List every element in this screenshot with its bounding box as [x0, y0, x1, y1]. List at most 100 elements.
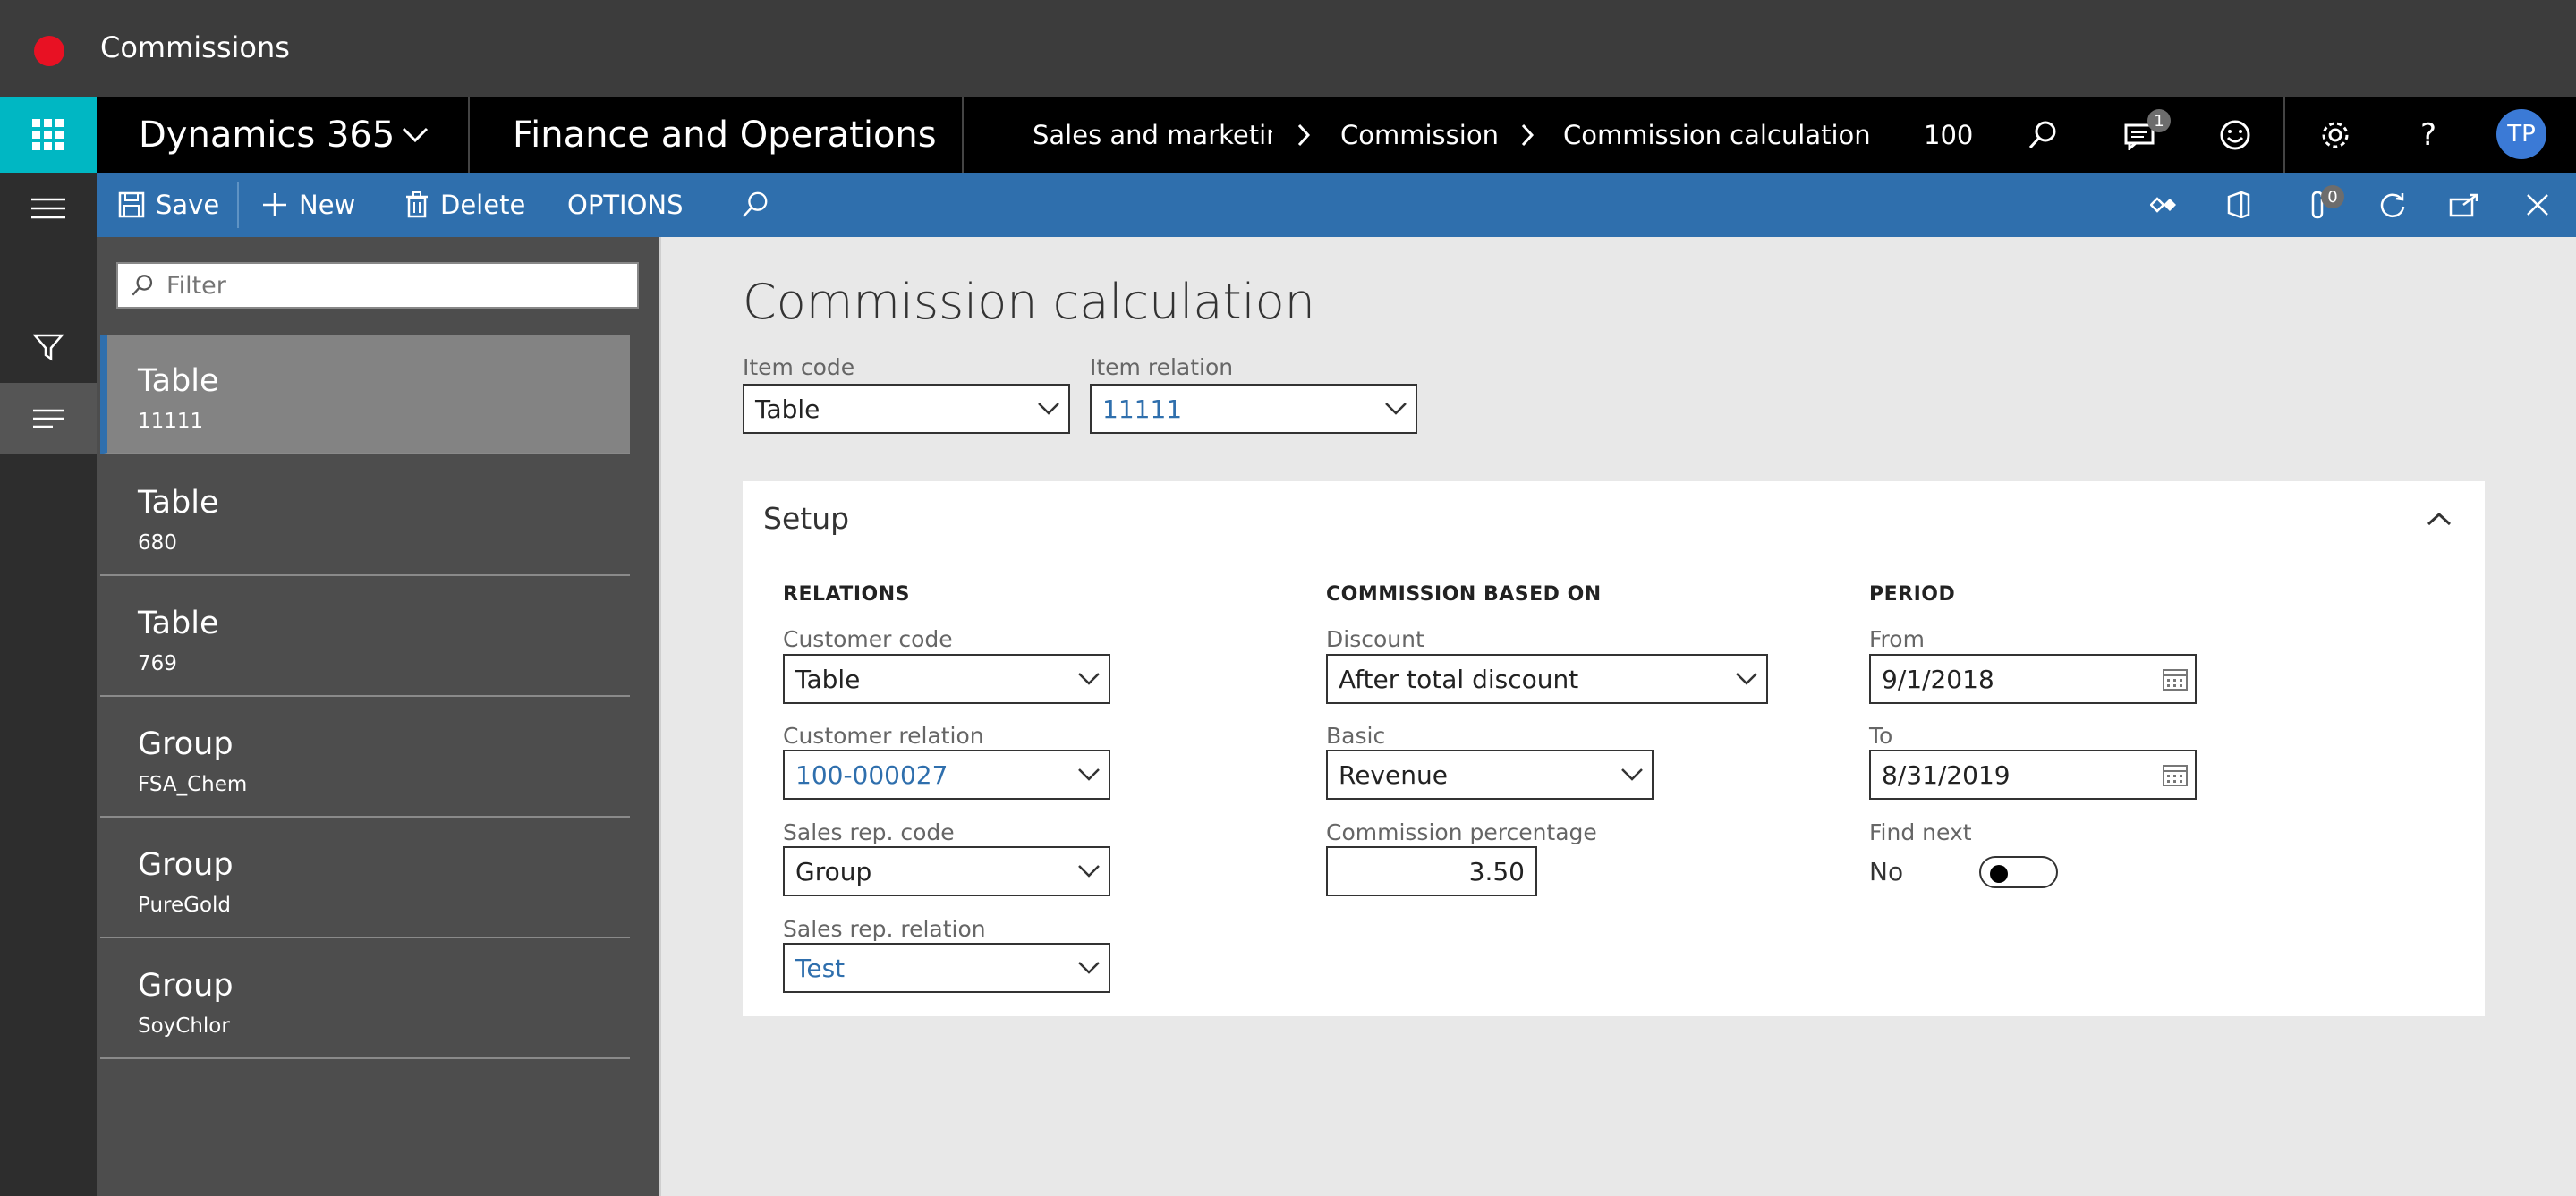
gear-icon[interactable] [2312, 97, 2359, 173]
chevron-down-icon [1029, 386, 1068, 432]
chevron-down-icon [1376, 386, 1416, 432]
power-apps-icon[interactable] [2146, 173, 2181, 237]
close-dot-icon[interactable] [34, 36, 64, 66]
customer-relation-value[interactable]: 100-000027 [795, 760, 1069, 790]
module-name: Finance and Operations [513, 115, 937, 156]
trash-icon [406, 191, 428, 218]
list-item[interactable]: Table 680 [100, 456, 630, 576]
from-date-input[interactable]: 9/1/2018 [1869, 654, 2197, 704]
chevron-down-icon [1069, 945, 1109, 991]
basic-label: Basic [1326, 723, 1386, 749]
window-title: Commissions [100, 30, 290, 64]
item-relation-dropdown[interactable]: 11111 [1090, 384, 1417, 434]
new-button[interactable]: New [261, 173, 355, 237]
find-next-value: No [1869, 857, 1904, 886]
save-button[interactable]: Save [118, 173, 219, 237]
nav-divider [2283, 97, 2285, 173]
chevron-right-icon [1514, 97, 1541, 173]
find-next-toggle[interactable] [1979, 856, 2058, 888]
close-icon[interactable] [2518, 173, 2557, 237]
list-item-title: Table [138, 363, 219, 399]
chevron-down-icon[interactable] [394, 97, 437, 173]
app-launcher-icon[interactable] [0, 97, 97, 173]
sales-rep-code-dropdown[interactable]: Group [783, 846, 1110, 896]
commission-based-on-heading: COMMISSION BASED ON [1326, 583, 1602, 606]
list-item[interactable]: Group PureGold [100, 819, 630, 938]
setup-title[interactable]: Setup [763, 501, 849, 536]
attachments-icon[interactable]: 0 [2296, 173, 2344, 237]
attachments-badge: 0 [2321, 185, 2344, 208]
customer-relation-dropdown[interactable]: 100-000027 [783, 750, 1110, 800]
filter-text[interactable] [165, 270, 598, 301]
discount-dropdown[interactable]: After total discount [1326, 654, 1768, 704]
list-item[interactable]: Group SoyChlor [100, 939, 630, 1059]
chevron-down-icon [1727, 656, 1766, 702]
discount-value: After total discount [1339, 664, 1579, 694]
list-item-subtitle: FSA_Chem [138, 773, 248, 796]
chevron-up-icon[interactable] [2421, 501, 2457, 537]
nav-divider [962, 97, 964, 173]
window-titlebar: Commissions [0, 0, 2576, 97]
list-item[interactable]: Table 11111 [100, 335, 630, 454]
filter-icon[interactable] [0, 311, 97, 383]
basic-dropdown[interactable]: Revenue [1326, 750, 1654, 800]
item-relation-label: Item relation [1090, 354, 1234, 380]
setup-fasttab [743, 481, 2485, 1016]
delete-label: Delete [440, 190, 526, 220]
open-in-new-window-icon[interactable] [2444, 173, 2484, 237]
list-view-icon[interactable] [0, 383, 97, 454]
app-name[interactable]: Dynamics 365 [139, 115, 395, 156]
help-icon[interactable]: ? [2405, 97, 2452, 173]
item-code-label: Item code [743, 354, 855, 380]
sales-rep-code-value: Group [795, 856, 872, 886]
item-code-value: Table [755, 394, 820, 424]
office-icon[interactable] [2221, 173, 2257, 237]
customer-code-value: Table [795, 664, 861, 694]
period-heading: PERIOD [1869, 583, 1956, 606]
item-code-dropdown[interactable]: Table [743, 384, 1070, 434]
action-pane: Save New Delete OPTIONS 0 [97, 173, 2576, 237]
commission-percentage-value: 3.50 [1468, 856, 1525, 886]
to-date-input[interactable]: 8/31/2019 [1869, 750, 2197, 800]
action-divider [237, 182, 239, 228]
search-icon[interactable] [2020, 97, 2065, 173]
list-item-subtitle: 680 [138, 531, 177, 555]
message-center-icon[interactable]: 1 [2115, 97, 2171, 173]
refresh-icon[interactable] [2373, 173, 2412, 237]
commission-percentage-input[interactable]: 3.50 [1326, 846, 1537, 896]
hamburger-menu-icon[interactable] [0, 173, 97, 244]
calendar-icon[interactable] [2155, 656, 2195, 702]
customer-code-label: Customer code [783, 626, 953, 652]
item-relation-value[interactable]: 11111 [1102, 394, 1376, 424]
top-navbar: Dynamics 365 Finance and Operations Sale… [0, 97, 2576, 173]
sales-rep-relation-value[interactable]: Test [795, 954, 1069, 983]
list-item[interactable]: Table 769 [100, 577, 630, 697]
action-search-icon[interactable] [741, 173, 769, 237]
calendar-icon[interactable] [2155, 751, 2195, 798]
options-tab[interactable]: OPTIONS [567, 173, 684, 237]
breadcrumb-sales-marketing[interactable]: Sales and marketing [1033, 120, 1272, 150]
delete-button[interactable]: Delete [404, 173, 525, 237]
customer-code-dropdown[interactable]: Table [783, 654, 1110, 704]
avatar[interactable]: TP [2496, 109, 2546, 159]
feedback-smiley-icon[interactable] [2212, 97, 2258, 173]
basic-value: Revenue [1339, 759, 1448, 790]
list-item[interactable]: Group FSA_Chem [100, 698, 630, 818]
from-date-value: 9/1/2018 [1882, 664, 1994, 694]
company-selector[interactable]: 100 [1924, 120, 1973, 150]
toggle-knob [1990, 865, 2008, 883]
find-next-label: Find next [1869, 819, 1972, 845]
list-item-title: Group [138, 968, 234, 1004]
breadcrumb-commissions[interactable]: Commissions [1340, 120, 1498, 150]
chevron-down-icon [1069, 751, 1109, 798]
breadcrumb-commission-calculation: Commission calculation [1563, 120, 1871, 150]
filter-input[interactable] [116, 262, 639, 309]
sales-rep-relation-dropdown[interactable]: Test [783, 943, 1110, 993]
page-title: Commission calculation [743, 274, 1315, 330]
commission-percentage-label: Commission percentage [1326, 819, 1597, 845]
to-date-label: To [1869, 723, 1893, 749]
from-date-label: From [1869, 626, 1925, 652]
discount-label: Discount [1326, 626, 1424, 652]
list-item-subtitle: 769 [138, 652, 177, 675]
filter-search-icon [132, 275, 153, 296]
